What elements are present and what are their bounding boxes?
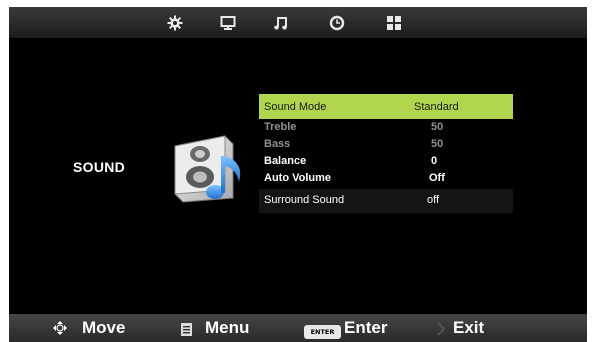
balance-value: 0 (431, 155, 438, 167)
auto-volume-value: Off (429, 172, 445, 184)
enter-key-icon: ENTER (304, 325, 341, 339)
menu-item-bass: Bass 50 (259, 136, 513, 153)
surround-sound-value: off (427, 194, 440, 206)
menu-item-sound-mode[interactable]: Sound Mode Standard (259, 94, 513, 119)
enter-hint: Enter (344, 318, 388, 337)
section-title: SOUND (73, 159, 126, 175)
menu-item-treble: Treble 50 (259, 119, 513, 136)
move-arrows-icon (53, 321, 67, 340)
grid-icon[interactable] (386, 15, 402, 31)
clock-icon[interactable] (329, 15, 345, 31)
music-note-icon[interactable] (273, 15, 289, 31)
bass-label: Bass (264, 138, 291, 150)
speaker-note-icon (174, 135, 241, 203)
menu-item-balance[interactable]: Balance 0 (259, 153, 513, 170)
gear-icon[interactable] (167, 15, 183, 31)
key-hint-bar: Move Menu ENTER Enter Exit (9, 314, 587, 342)
menu-item-surround-sound[interactable]: Surround Sound off (259, 189, 513, 213)
sound-mode-value: Standard (414, 101, 459, 113)
menu-tab-bar (9, 7, 587, 38)
bass-value: 50 (431, 138, 444, 150)
sound-mode-label: Sound Mode (264, 101, 327, 113)
exit-hint: Exit (453, 318, 485, 337)
move-hint: Move (82, 318, 126, 337)
menu-item-auto-volume[interactable]: Auto Volume Off (259, 170, 513, 187)
menu-hint: Menu (205, 318, 250, 337)
surround-sound-label: Surround Sound (264, 194, 345, 206)
auto-volume-label: Auto Volume (264, 172, 332, 184)
exit-key-icon (436, 322, 446, 341)
balance-label: Balance (264, 155, 307, 167)
treble-value: 50 (431, 121, 444, 133)
menu-key-icon (181, 323, 192, 341)
monitor-icon[interactable] (220, 15, 236, 31)
tv-osd-screen: SOUND Sound Mode Standard Treble 50 Bass… (9, 7, 587, 342)
treble-label: Treble (264, 121, 297, 133)
sound-settings-menu: Sound Mode Standard Treble 50 Bass 50 Ba… (259, 94, 513, 213)
